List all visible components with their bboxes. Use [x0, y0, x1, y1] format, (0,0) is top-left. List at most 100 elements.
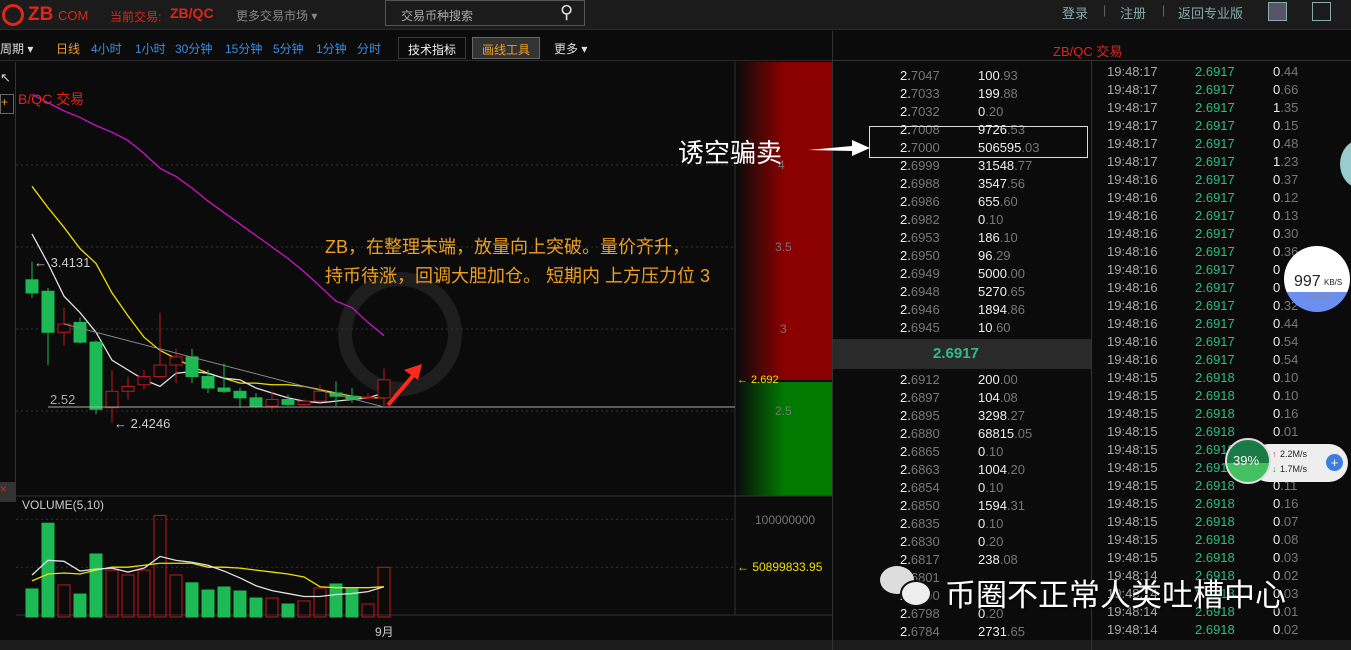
interval-30m[interactable]: 30分钟 — [175, 40, 212, 57]
ask-row[interactable]: 2.6999 31548.77 — [900, 158, 1090, 176]
ask-row[interactable]: 2.6988 3547.56 — [900, 176, 1090, 194]
volume-bar[interactable] — [201, 589, 215, 618]
volume-bar[interactable] — [137, 569, 151, 618]
bid-row[interactable]: 2.6854 0.10 — [900, 480, 1090, 498]
ask-row[interactable]: 2.6953 186.10 — [900, 230, 1090, 248]
ask-amount: 5270.65 — [978, 284, 1025, 299]
volume-bar[interactable] — [313, 587, 327, 618]
bid-row[interactable]: 2.6895 3298.27 — [900, 408, 1090, 426]
volume-bar[interactable] — [329, 583, 343, 618]
candle[interactable] — [297, 400, 311, 405]
more-label: 更多 — [554, 42, 579, 56]
speed-unit: KB/S — [1324, 278, 1343, 287]
interval-1m[interactable]: 1分钟 — [316, 40, 347, 57]
interval-timeline[interactable]: 分时 — [357, 40, 381, 57]
volume-bar[interactable] — [185, 582, 199, 618]
trade-amount: 1.23 — [1273, 154, 1299, 169]
period-dropdown[interactable]: 周期 ▾ — [0, 40, 33, 57]
interval-day[interactable]: 日线 — [56, 40, 80, 57]
ask-row[interactable]: 2.6982 0.10 — [900, 212, 1090, 230]
trade-time: 19:48:16 — [1107, 172, 1158, 187]
more-markets-dropdown[interactable]: 更多交易市场 ▾ — [236, 7, 317, 24]
volume-bar[interactable] — [41, 522, 55, 618]
network-speed-widget[interactable]: 997 KB/S +0KB/s — [1284, 246, 1350, 312]
bid-row[interactable]: 2.6830 0.20 — [900, 534, 1090, 552]
bid-row[interactable]: 2.6880 68815.05 — [900, 426, 1090, 444]
x-tick: 9月 — [375, 625, 394, 639]
indicators-button[interactable]: 技术指标 — [398, 37, 467, 59]
bid-row[interactable]: 2.6865 0.10 — [900, 444, 1090, 462]
volume-bar[interactable] — [217, 586, 231, 618]
interval-4h[interactable]: 4小时 — [91, 40, 122, 57]
more-dropdown[interactable]: 更多 ▾ — [554, 40, 587, 57]
candle[interactable] — [313, 390, 327, 402]
bid-row[interactable]: 2.6863 1004.20 — [900, 462, 1090, 480]
bid-row[interactable]: 2.6784 2731.65 — [900, 624, 1090, 642]
candle[interactable] — [233, 390, 247, 399]
candle[interactable] — [217, 387, 231, 392]
ask-amount: 199.88 — [978, 86, 1018, 101]
volume-bar[interactable] — [153, 514, 167, 618]
memory-usage-ball[interactable]: 39% — [1225, 438, 1271, 484]
bid-row[interactable]: 2.6912 200.00 — [900, 372, 1090, 390]
candle[interactable] — [73, 321, 87, 343]
bid-row[interactable]: 2.6897 104.08 — [900, 390, 1090, 408]
candle[interactable] — [153, 364, 167, 378]
candle[interactable] — [185, 356, 199, 378]
search-input[interactable]: 交易币种搜索 ⚲ — [385, 0, 585, 26]
candle[interactable] — [121, 385, 135, 392]
collapse-header-icon[interactable] — [1268, 2, 1287, 21]
login-link[interactable]: 登录 — [1062, 3, 1088, 22]
ask-row[interactable]: 2.6946 1894.86 — [900, 302, 1090, 320]
ask-row[interactable]: 2.6986 655.60 — [900, 194, 1090, 212]
candle[interactable] — [249, 397, 263, 407]
volume-bar[interactable] — [377, 566, 391, 618]
interval-15m[interactable]: 15分钟 — [225, 40, 262, 57]
ask-row[interactable]: 2.6950 96.29 — [900, 248, 1090, 266]
zb-logo-icon[interactable] — [2, 4, 24, 26]
bid-row[interactable]: 2.6850 1594.31 — [900, 498, 1090, 516]
volume-bar[interactable] — [249, 597, 263, 618]
logo-text[interactable]: ZB — [28, 4, 53, 26]
volume-bar[interactable] — [265, 597, 279, 618]
volume-bar[interactable] — [281, 603, 295, 618]
candle[interactable] — [361, 396, 375, 399]
volume-bar[interactable] — [121, 574, 135, 618]
candle[interactable] — [41, 290, 55, 333]
bid-price: 2.6850 — [900, 498, 940, 513]
candle[interactable] — [377, 379, 391, 399]
add-icon[interactable]: + — [1326, 454, 1343, 471]
trade-time: 19:48:15 — [1107, 550, 1158, 565]
volume-bar[interactable] — [105, 569, 119, 618]
draw-tools-button[interactable]: 画线工具 — [472, 37, 541, 59]
volume-bar[interactable] — [57, 584, 71, 618]
collapse-panel-icon[interactable] — [1312, 2, 1331, 21]
upload-speed: 2.2M/s — [1280, 449, 1308, 459]
candle[interactable] — [105, 390, 119, 409]
ask-row[interactable]: 2.7033 199.88 — [900, 86, 1090, 104]
ask-row[interactable]: 2.7032 0.20 — [900, 104, 1090, 122]
ask-row[interactable]: 2.6945 10.60 — [900, 320, 1090, 338]
interval-5m[interactable]: 5分钟 — [273, 40, 304, 57]
volume-current-label: ← 50899833.95 — [737, 560, 823, 574]
ask-row[interactable]: 2.6948 5270.65 — [900, 284, 1090, 302]
interval-1h[interactable]: 1小时 — [135, 40, 166, 57]
candle[interactable] — [201, 376, 215, 389]
pro-version-link[interactable]: 返回专业版 — [1178, 3, 1243, 22]
register-link[interactable]: 注册 — [1120, 3, 1146, 22]
candle[interactable] — [281, 399, 295, 405]
volume-bar[interactable] — [25, 588, 39, 618]
candle[interactable] — [265, 399, 279, 407]
candle[interactable] — [137, 376, 151, 386]
volume-bar[interactable] — [73, 593, 87, 618]
ask-row[interactable]: 2.6949 5000.00 — [900, 266, 1090, 284]
volume-bar[interactable] — [169, 574, 183, 618]
bid-row[interactable]: 2.6835 0.10 — [900, 516, 1090, 534]
volume-bar[interactable] — [233, 590, 247, 618]
search-icon[interactable]: ⚲ — [560, 2, 573, 23]
candle[interactable] — [89, 341, 103, 410]
volume-bar[interactable] — [89, 553, 103, 618]
ask-row[interactable]: 2.7047 100.93 — [900, 68, 1090, 86]
candle[interactable] — [25, 279, 39, 294]
candle[interactable] — [169, 356, 183, 366]
